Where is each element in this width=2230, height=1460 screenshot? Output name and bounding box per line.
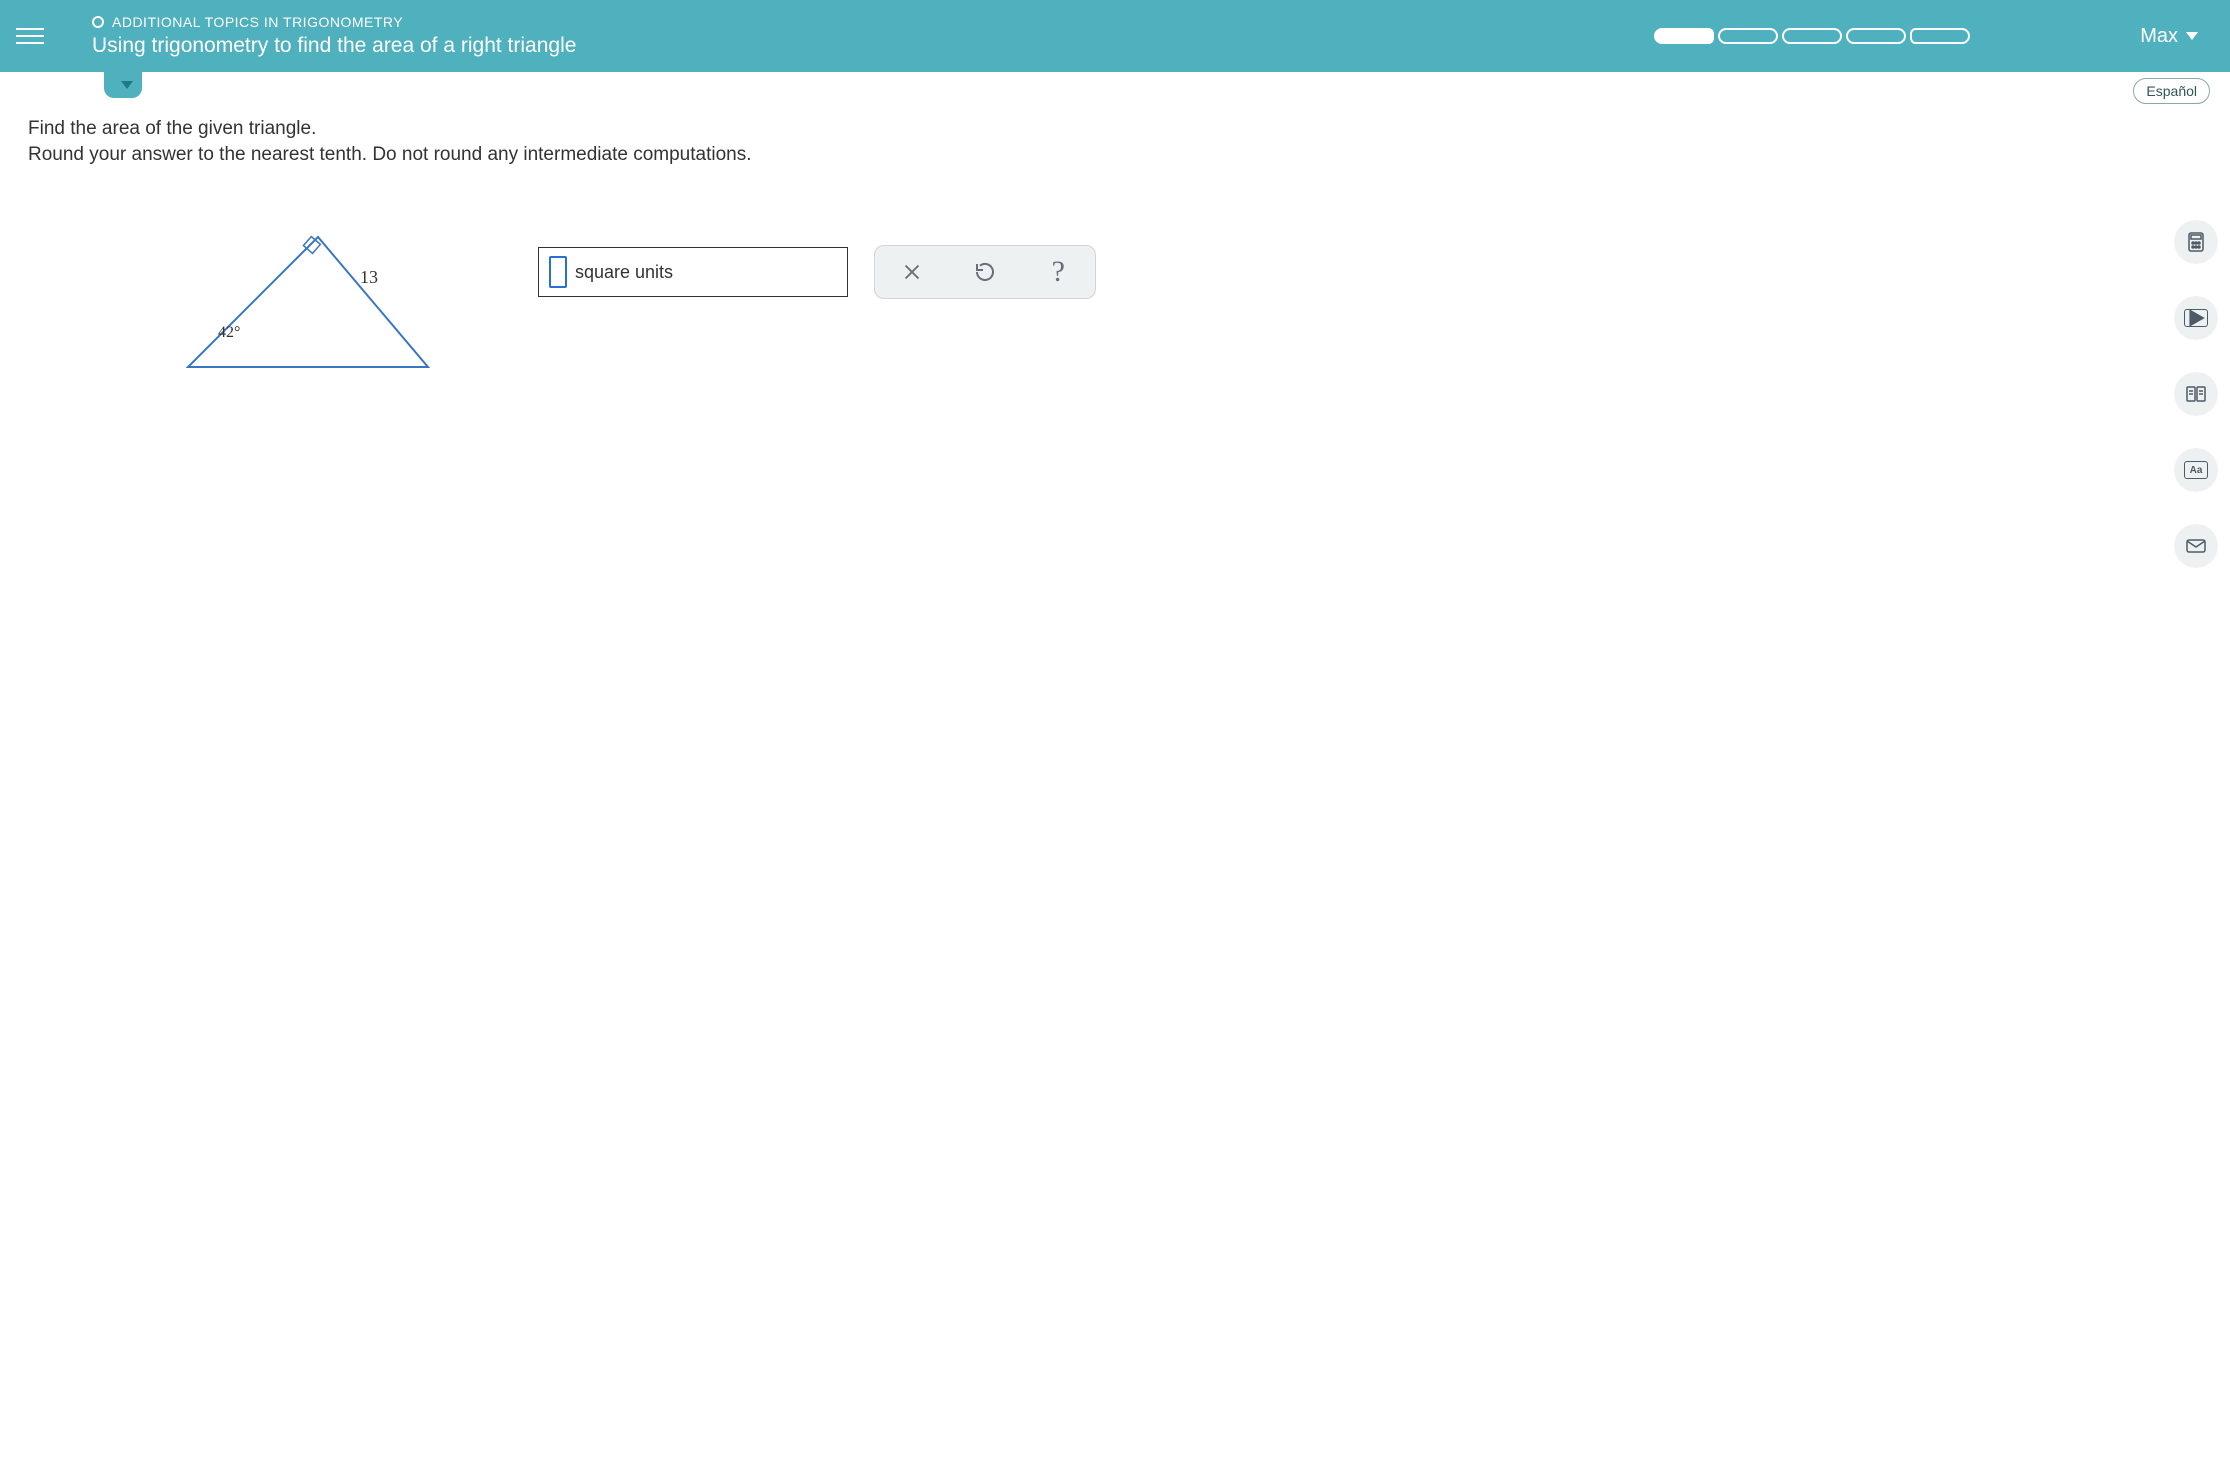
side-toolbar: Aa [2174,220,2218,568]
progress-pill [1910,28,1970,44]
play-button[interactable] [2174,296,2218,340]
text-size-button[interactable]: Aa [2174,448,2218,492]
content-area: Find the area of the given triangle. Rou… [0,102,2230,527]
title-block: ADDITIONAL TOPICS IN TRIGONOMETRY Using … [92,14,576,58]
unit-label: square units [575,262,673,283]
expand-tab-button[interactable] [104,72,142,98]
reset-button[interactable] [961,253,1009,291]
page-title: Using trigonometry to find the area of a… [92,34,576,58]
side-length-label: 13 [360,267,378,288]
angle-label: 42° [218,324,240,342]
language-button[interactable]: Español [2133,78,2210,104]
circle-icon [92,16,104,28]
workspace: 13 42° square units ? [28,227,2202,487]
prompt-line: Round your answer to the nearest tenth. … [28,142,2202,168]
app-header: ADDITIONAL TOPICS IN TRIGONOMETRY Using … [0,0,2230,72]
progress-pill [1782,28,1842,44]
breadcrumb-text: ADDITIONAL TOPICS IN TRIGONOMETRY [112,14,403,30]
action-bar: ? [874,245,1096,299]
progress-pill [1654,28,1714,44]
progress-pill [1846,28,1906,44]
user-menu[interactable]: Max [2140,0,2198,72]
triangle-figure [178,227,438,382]
chevron-down-icon [121,81,133,89]
progress-indicator [1654,0,1970,72]
progress-pill [1718,28,1778,44]
user-name: Max [2140,25,2178,48]
answer-box[interactable]: square units [538,247,848,297]
calculator-button[interactable] [2174,220,2218,264]
menu-icon[interactable] [16,16,56,56]
chevron-down-icon [2186,32,2198,40]
clear-button[interactable] [888,253,936,291]
message-button[interactable] [2174,524,2218,568]
sub-bar: Español [0,72,2230,102]
prompt-line: Find the area of the given triangle. [28,116,2202,142]
question-prompt: Find the area of the given triangle. Rou… [28,116,2202,167]
breadcrumb: ADDITIONAL TOPICS IN TRIGONOMETRY [92,14,576,30]
help-button[interactable]: ? [1034,253,1082,291]
answer-input[interactable] [549,256,567,288]
ebook-button[interactable] [2174,372,2218,416]
